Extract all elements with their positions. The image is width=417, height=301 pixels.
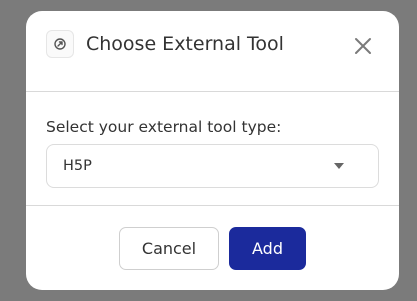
chevron-down-icon	[334, 163, 344, 169]
tool-type-selected-value: H5P	[63, 158, 92, 174]
choose-external-tool-dialog: Choose External Tool Select your externa…	[26, 11, 399, 290]
tool-type-select[interactable]: H5P	[46, 144, 379, 188]
cancel-button[interactable]: Cancel	[119, 227, 219, 270]
dialog-header: Choose External Tool	[26, 11, 399, 92]
dialog-title: Choose External Tool	[86, 33, 284, 55]
tool-type-label: Select your external tool type:	[46, 118, 282, 136]
footer-divider	[26, 205, 399, 206]
add-button[interactable]: Add	[229, 227, 306, 270]
close-icon[interactable]	[350, 33, 376, 59]
external-tool-icon	[46, 30, 74, 58]
